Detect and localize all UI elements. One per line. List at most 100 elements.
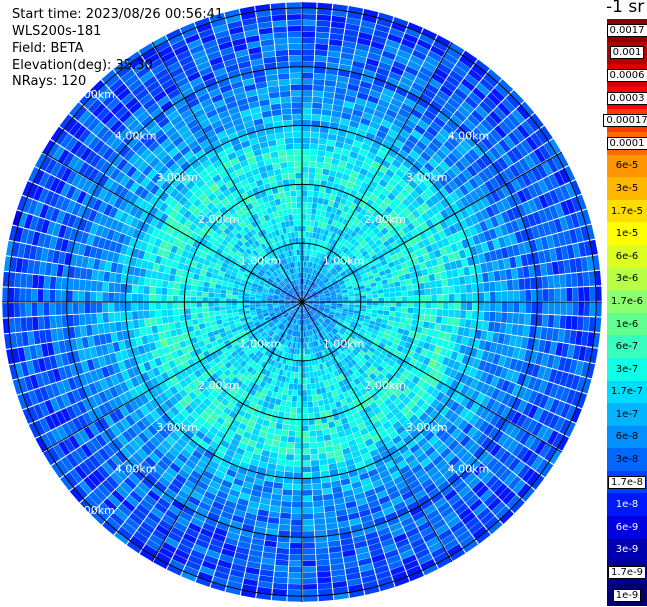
- ppi-cell: [419, 302, 426, 308]
- ppi-cell: [149, 286, 156, 295]
- ppi-cell: [272, 488, 283, 495]
- ppi-cell: [296, 348, 300, 355]
- ppi-cell: [519, 290, 526, 302]
- ppi-cell: [525, 290, 532, 302]
- ppi-cell: [536, 289, 543, 302]
- ppi-cell: [392, 276, 400, 283]
- ppi-cell: [471, 283, 478, 293]
- ppi-cell: [276, 392, 283, 400]
- ppi-cell: [285, 376, 291, 384]
- ppi-cell: [406, 313, 413, 320]
- ppi-cell: [541, 276, 549, 289]
- ppi-cell: [196, 302, 203, 308]
- ppi-cell: [326, 451, 335, 459]
- ppi-cell: [304, 255, 307, 262]
- ppi-cell: [231, 302, 238, 306]
- ppi-cell: [463, 266, 471, 276]
- ppi-cell: [303, 583, 318, 590]
- ppi-cell: [302, 548, 316, 555]
- ppi-cell: [460, 310, 467, 319]
- ppi-cell: [19, 288, 26, 302]
- ppi-cell: [348, 299, 355, 302]
- ppi-cell: [243, 296, 250, 300]
- ppi-cell: [318, 453, 327, 460]
- ppi-cell: [499, 322, 507, 334]
- ppi-cell: [310, 137, 319, 144]
- elevation-label: Elevation(deg): 35.30: [12, 58, 153, 73]
- ppi-cell: [271, 493, 282, 501]
- ppi-plot: 1.00km 1.00km1.00km1.00km2.00km 2.00km2.00…: [2, 2, 602, 602]
- ppi-cell: [324, 511, 337, 519]
- ppi-cell: [304, 348, 308, 355]
- ppi-cell: [115, 273, 122, 283]
- ppi-cell: [2, 287, 9, 302]
- ppi-cell: [308, 173, 316, 180]
- ppi-cell: [302, 184, 308, 191]
- ppi-cell: [289, 377, 295, 384]
- ppi-cell: [314, 518, 326, 525]
- ppi-cell: [582, 271, 590, 287]
- ppi-cell: [56, 328, 64, 341]
- ppi-cell: [565, 273, 572, 288]
- ppi-cell: [84, 291, 91, 302]
- ppi-cell: [315, 547, 329, 555]
- ppi-cell: [226, 309, 233, 314]
- ppi-cell: [323, 499, 335, 507]
- ppi-cell: [302, 8, 317, 15]
- ppi-cell: [158, 264, 166, 273]
- ppi-cell: [293, 466, 302, 473]
- ppi-cell: [202, 302, 209, 308]
- ppi-cell: [372, 302, 379, 306]
- ppi-cell: [311, 202, 318, 209]
- ppi-cell: [185, 314, 192, 321]
- ppi-cell: [302, 407, 308, 414]
- ppi-cell: [317, 582, 333, 590]
- ppi-cell: [210, 278, 217, 284]
- ppi-cell: [371, 290, 378, 295]
- ppi-cell: [286, 395, 293, 402]
- ppi-cell: [566, 302, 573, 316]
- ppi-cell: [2, 303, 9, 318]
- ppi-cell: [328, 546, 342, 554]
- ppi-cell: [522, 325, 530, 338]
- ppi-cell: [191, 313, 198, 320]
- ppi-cell: [185, 284, 192, 291]
- ppi-cell: [495, 291, 502, 302]
- ppi-cell: [184, 296, 191, 302]
- ppi-cell: [302, 178, 308, 185]
- ppi-cell: [84, 280, 92, 291]
- ppi-cell: [302, 31, 316, 38]
- ppi-cell: [360, 298, 367, 302]
- ppi-cell: [378, 302, 385, 306]
- ppi-cell: [531, 302, 537, 314]
- ppi-cell: [319, 464, 329, 472]
- ppi-cell: [501, 291, 508, 302]
- ppi-cell: [440, 271, 447, 280]
- ppi-cell: [413, 307, 420, 314]
- ppi-cell: [267, 463, 277, 471]
- ppi-cell: [447, 317, 454, 326]
- ppi-cell: [400, 312, 408, 319]
- ppi-cell: [277, 541, 290, 549]
- ppi-cell: [513, 302, 520, 313]
- ppi-cell: [365, 291, 372, 296]
- ppi-cell: [317, 197, 324, 205]
- ppi-cell: [323, 398, 330, 406]
- ppi-cell: [313, 191, 320, 198]
- ppi-cell: [288, 572, 302, 579]
- ppi-cell: [297, 396, 302, 402]
- ppi-cell: [308, 232, 313, 239]
- ppi-cell: [26, 274, 33, 288]
- ppi-cell: [421, 268, 429, 276]
- ppi-cell: [49, 289, 56, 302]
- ppi-cell: [114, 312, 121, 322]
- ppi-cell: [448, 302, 455, 310]
- ppi-cell: [72, 302, 79, 314]
- ppi-cell: [525, 302, 532, 314]
- ppi-cell: [164, 330, 172, 339]
- ppi-cell: [457, 267, 465, 277]
- ppi-cell: [571, 273, 578, 287]
- ppi-cell: [96, 313, 104, 324]
- ppi-cell: [137, 293, 144, 302]
- ppi-cell: [292, 389, 298, 396]
